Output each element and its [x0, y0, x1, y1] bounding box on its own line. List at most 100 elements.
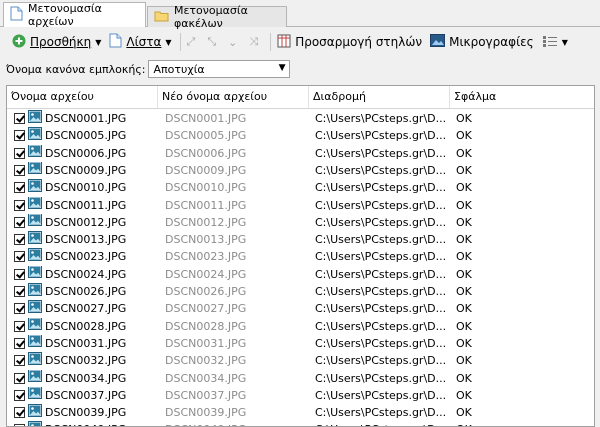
filename: DSCN0010.JPG: [45, 181, 127, 195]
row-checkbox[interactable]: [14, 337, 25, 349]
image-file-icon: [28, 352, 45, 369]
picture-icon: [430, 34, 446, 50]
fit-columns-label: Προσαρμογή στηλών: [295, 35, 423, 49]
tab-rename-folders[interactable]: Μετονομασία φακέλων: [147, 4, 287, 30]
fit-columns-button[interactable]: Προσαρμογή στηλών: [277, 34, 422, 51]
new-filename: DSCN0006.JPG: [165, 146, 247, 160]
move-bottom-icon[interactable]: ⤨: [249, 35, 258, 49]
row-checkbox[interactable]: [14, 355, 25, 367]
rule-select[interactable]: Αποτυχία ▼: [148, 60, 291, 78]
row-checkbox[interactable]: [14, 164, 25, 176]
new-filename: DSCN0040.JPG: [165, 421, 311, 426]
image-file-icon: [28, 421, 45, 426]
filename-cell: DSCN0027.JPG: [14, 300, 164, 317]
row-checkbox[interactable]: [14, 182, 25, 194]
table-row[interactable]: DSCN0039.JPG DSCN0039.JPG C:\Users\PCsteps…: [7, 404, 594, 421]
toolbar: Προσθήκη ▼ Λίστα ▼ ⤢ ⤡ ⌄ ⤨ Προσαρμογή στ…: [0, 28, 600, 56]
row-checkbox[interactable]: [14, 320, 25, 332]
error: OK: [456, 163, 472, 177]
error: OK: [456, 112, 472, 125]
move-top-icon[interactable]: ⤢: [187, 35, 196, 49]
thumbnails-button[interactable]: Μικρογραφίες: [430, 34, 534, 50]
new-filename: DSCN0012.JPG: [165, 215, 247, 229]
filename-cell: DSCN0040.JPG: [14, 421, 164, 426]
list-label: Λίστα: [126, 35, 162, 49]
table-row[interactable]: DSCN0005.JPG DSCN0005.JPG C:\Users\PCsteps…: [7, 127, 594, 144]
view-options-button[interactable]: ▼: [542, 35, 568, 50]
list-header: Όνομα αρχείου Νέο όνομα αρχείου Διαδρομή…: [7, 86, 594, 109]
filename-cell: DSCN0031.JPG: [14, 334, 164, 352]
filename-cell: DSCN0006.JPG: [14, 144, 164, 162]
error: OK: [456, 354, 472, 368]
filename: DSCN0031.JPG: [45, 336, 127, 350]
rule-value: Αποτυχία: [153, 62, 205, 76]
move-down-icon[interactable]: ⌄: [228, 36, 237, 49]
table-row[interactable]: DSCN0040.JPG DSCN0040.JPG C:\Users\PCsteps…: [7, 421, 594, 426]
tab-label: Μετονομασία αρχείων: [28, 2, 102, 28]
error: OK: [456, 406, 472, 420]
table-row[interactable]: DSCN0024.JPG DSCN0024.JPG C:\Users\PCsteps…: [7, 265, 594, 283]
table-row[interactable]: DSCN0006.JPG DSCN0006.JPG C:\Users\PCsteps…: [7, 144, 594, 162]
table-row[interactable]: DSCN0001.JPG DSCN0001.JPG C:\Users\PCsteps…: [7, 110, 594, 127]
filename: DSCN0039.JPG: [45, 406, 127, 420]
table-row[interactable]: DSCN0031.JPG DSCN0031.JPG C:\Users\PCsteps…: [7, 334, 594, 352]
view-list-icon: [542, 35, 558, 50]
path: C:\Users\PCsteps.gr\D...: [315, 421, 445, 426]
filename: DSCN0028.JPG: [45, 319, 127, 333]
table-row[interactable]: DSCN0027.JPG DSCN0027.JPG C:\Users\PCsteps…: [7, 300, 594, 317]
row-checkbox[interactable]: [14, 303, 25, 315]
path: C:\Users\PCsteps.gr\D...: [315, 146, 445, 160]
header-path[interactable]: Διαδρομή: [309, 86, 450, 108]
table-row[interactable]: DSCN0010.JPG DSCN0010.JPG C:\Users\PCsteps…: [7, 179, 594, 196]
error: OK: [456, 388, 472, 402]
header-error[interactable]: Σφάλμα: [450, 86, 594, 108]
filename: DSCN0034.JPG: [45, 371, 127, 385]
table-row[interactable]: DSCN0026.JPG DSCN0026.JPG C:\Users\PCsteps…: [7, 283, 594, 300]
row-checkbox[interactable]: [14, 251, 25, 263]
row-checkbox[interactable]: [14, 216, 25, 228]
row-checkbox[interactable]: [14, 389, 25, 401]
table-row[interactable]: DSCN0037.JPG DSCN0037.JPG C:\Users\PCsteps…: [7, 386, 594, 404]
row-checkbox[interactable]: [14, 286, 25, 297]
tab-rename-files[interactable]: Μετονομασία αρχείων: [3, 2, 146, 28]
row-checkbox[interactable]: [14, 407, 25, 419]
add-icon: [12, 34, 26, 51]
table-row[interactable]: DSCN0032.JPG DSCN0032.JPG C:\Users\PCsteps…: [7, 352, 594, 369]
new-filename: DSCN0026.JPG: [165, 285, 247, 298]
chevron-down-icon: ▼: [165, 37, 172, 47]
image-file-icon: [28, 334, 45, 352]
row-checkbox[interactable]: [14, 372, 25, 384]
table-row[interactable]: DSCN0011.JPG DSCN0011.JPG C:\Users\PCsteps…: [7, 196, 594, 214]
move-up-icon[interactable]: ⤡: [207, 35, 216, 49]
filename-cell: DSCN0034.JPG: [14, 369, 164, 387]
row-checkbox[interactable]: [14, 199, 25, 211]
row-checkbox[interactable]: [14, 268, 25, 280]
table-row[interactable]: DSCN0034.JPG DSCN0034.JPG C:\Users\PCsteps…: [7, 369, 594, 387]
table-row[interactable]: DSCN0009.JPG DSCN0009.JPG C:\Users\PCsteps…: [7, 161, 594, 179]
list-button[interactable]: Λίστα ▼: [109, 33, 172, 51]
new-filename: DSCN0037.JPG: [165, 388, 247, 402]
row-checkbox[interactable]: [14, 130, 25, 142]
table-row[interactable]: DSCN0013.JPG DSCN0013.JPG C:\Users\PCsteps…: [7, 231, 594, 248]
path: C:\Users\PCsteps.gr\D...: [315, 233, 445, 247]
table-row[interactable]: DSCN0012.JPG DSCN0012.JPG C:\Users\PCsteps…: [7, 213, 594, 231]
row-checkbox[interactable]: [14, 234, 25, 246]
error: OK: [456, 371, 472, 385]
image-file-icon: [28, 144, 45, 162]
header-new-filename[interactable]: Νέο όνομα αρχείου: [158, 86, 309, 108]
new-filename: DSCN0010.JPG: [165, 181, 247, 195]
table-row[interactable]: DSCN0028.JPG DSCN0028.JPG C:\Users\PCsteps…: [7, 317, 594, 335]
table-row[interactable]: DSCN0023.JPG DSCN0023.JPG C:\Users\PCsteps…: [7, 248, 594, 265]
row-checkbox[interactable]: [14, 147, 25, 159]
new-filename: DSCN0028.JPG: [165, 319, 247, 333]
add-button[interactable]: Προσθήκη ▼: [12, 34, 101, 51]
new-filename: DSCN0011.JPG: [165, 198, 247, 212]
path: C:\Users\PCsteps.gr\D...: [315, 319, 445, 333]
chevron-down-icon: ▼: [278, 63, 286, 73]
header-filename[interactable]: Όνομα αρχείου: [7, 86, 158, 108]
row-checkbox[interactable]: [14, 113, 25, 124]
filename-cell: DSCN0010.JPG: [14, 179, 164, 196]
image-file-icon: [28, 127, 45, 144]
tab-strip: Μετονομασία αρχείων Μετονομασία φακέλων: [0, 0, 600, 30]
filename: DSCN0001.JPG: [45, 112, 127, 125]
